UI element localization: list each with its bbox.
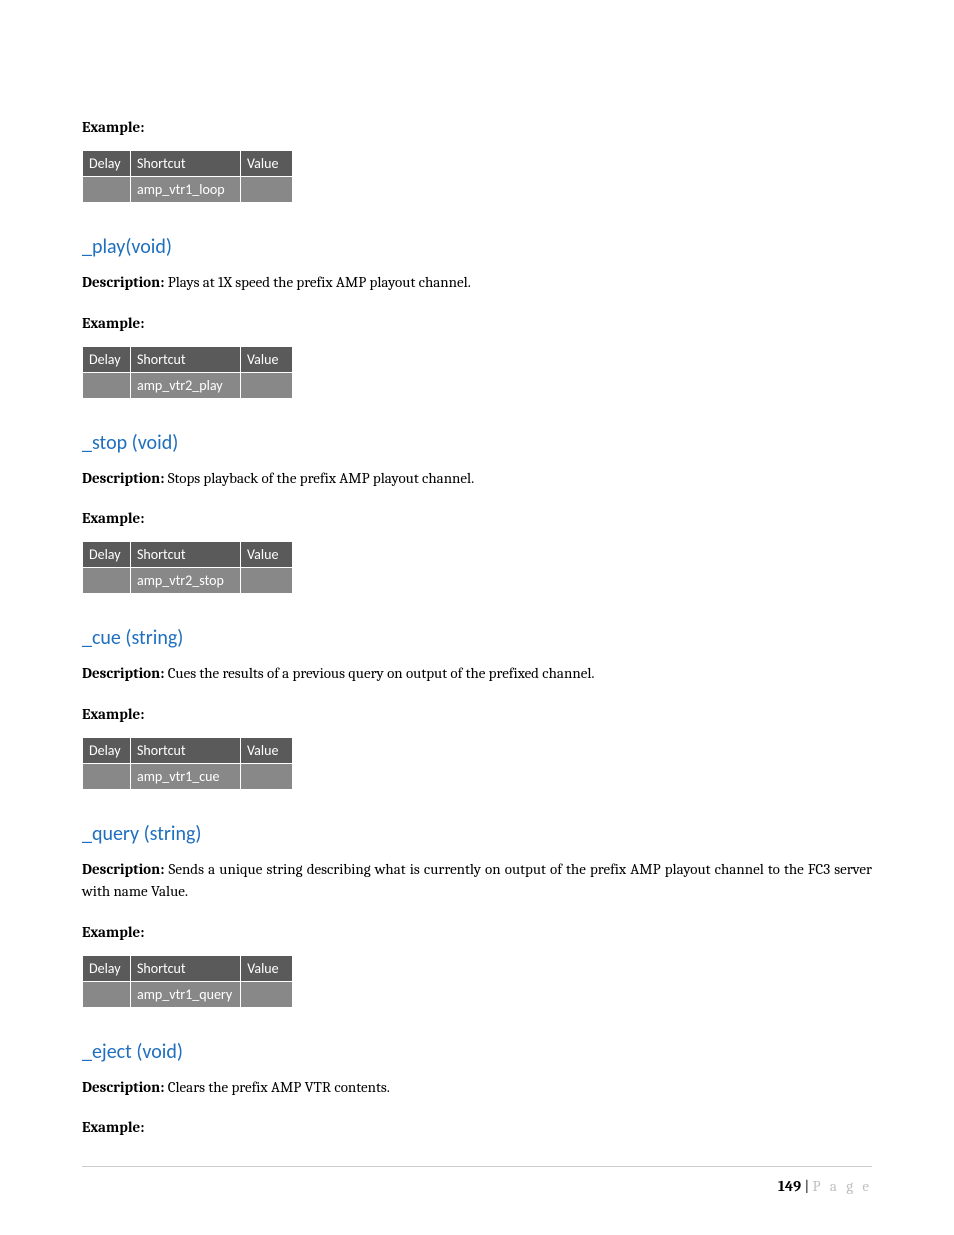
page-content: Example: Delay Shortcut Value amp_vtr1_l… <box>0 0 954 1190</box>
cell-delay <box>83 763 131 789</box>
col-header-delay: Delay <box>83 151 131 177</box>
col-header-shortcut: Shortcut <box>131 955 241 981</box>
table-row: amp_vtr1_loop <box>83 177 293 203</box>
footer-page-word: P a g e <box>813 1177 872 1195</box>
description-query: Description: Sends a unique string descr… <box>82 858 872 903</box>
description-text: Sends a unique string describing what is… <box>82 860 872 901</box>
col-header-delay: Delay <box>83 542 131 568</box>
col-header-shortcut: Shortcut <box>131 346 241 372</box>
table-header-row: Delay Shortcut Value <box>83 737 293 763</box>
table-header-row: Delay Shortcut Value <box>83 151 293 177</box>
col-header-shortcut: Shortcut <box>131 737 241 763</box>
shortcut-table: Delay Shortcut Value amp_vtr1_query <box>82 955 293 1008</box>
description-text: Plays at 1X speed the prefix AMP playout… <box>168 273 471 291</box>
col-header-delay: Delay <box>83 955 131 981</box>
example-label: Example: <box>82 118 872 136</box>
cell-value <box>241 981 293 1007</box>
section-heading-query: _query (string) <box>82 822 872 846</box>
description-eject: Description: Clears the prefix AMP VTR c… <box>82 1076 872 1099</box>
cell-shortcut: amp_vtr2_play <box>131 372 241 398</box>
cell-value <box>241 763 293 789</box>
footer-page-number: 149 <box>778 1177 801 1195</box>
cell-shortcut: amp_vtr1_loop <box>131 177 241 203</box>
cell-value <box>241 177 293 203</box>
example-label: Example: <box>82 923 872 941</box>
table-header-row: Delay Shortcut Value <box>83 542 293 568</box>
description-text: Cues the results of a previous query on … <box>168 664 595 682</box>
description-label: Description: <box>82 273 168 291</box>
table-row: amp_vtr2_play <box>83 372 293 398</box>
section-heading-stop: _stop (void) <box>82 431 872 455</box>
col-header-shortcut: Shortcut <box>131 151 241 177</box>
col-header-value: Value <box>241 737 293 763</box>
col-header-value: Value <box>241 151 293 177</box>
cell-shortcut: amp_vtr2_stop <box>131 568 241 594</box>
table-header-row: Delay Shortcut Value <box>83 955 293 981</box>
cell-value <box>241 568 293 594</box>
table-row: amp_vtr1_cue <box>83 763 293 789</box>
shortcut-table: Delay Shortcut Value amp_vtr2_play <box>82 346 293 399</box>
description-label: Description: <box>82 1078 168 1096</box>
shortcut-table: Delay Shortcut Value amp_vtr1_loop <box>82 150 293 203</box>
col-header-shortcut: Shortcut <box>131 542 241 568</box>
cell-shortcut: amp_vtr1_cue <box>131 763 241 789</box>
table-row: amp_vtr2_stop <box>83 568 293 594</box>
cell-delay <box>83 568 131 594</box>
col-header-value: Value <box>241 542 293 568</box>
description-text: Stops playback of the prefix AMP playout… <box>168 469 475 487</box>
example-label: Example: <box>82 314 872 332</box>
description-label: Description: <box>82 664 168 682</box>
description-label: Description: <box>82 860 169 878</box>
col-header-value: Value <box>241 955 293 981</box>
shortcut-table: Delay Shortcut Value amp_vtr1_cue <box>82 737 293 790</box>
cell-delay <box>83 177 131 203</box>
col-header-delay: Delay <box>83 737 131 763</box>
cell-delay <box>83 372 131 398</box>
cell-delay <box>83 981 131 1007</box>
section-heading-cue: _cue (string) <box>82 626 872 650</box>
example-label: Example: <box>82 705 872 723</box>
section-heading-play: _play(void) <box>82 235 872 259</box>
description-text: Clears the prefix AMP VTR contents. <box>168 1078 390 1096</box>
description-cue: Description: Cues the results of a previ… <box>82 662 872 685</box>
table-row: amp_vtr1_query <box>83 981 293 1007</box>
table-header-row: Delay Shortcut Value <box>83 346 293 372</box>
example-label: Example: <box>82 509 872 527</box>
section-heading-eject: _eject (void) <box>82 1040 872 1064</box>
description-label: Description: <box>82 469 168 487</box>
example-label: Example: <box>82 1118 872 1136</box>
description-stop: Description: Stops playback of the prefi… <box>82 467 872 490</box>
col-header-delay: Delay <box>83 346 131 372</box>
description-play: Description: Plays at 1X speed the prefi… <box>82 271 872 294</box>
shortcut-table: Delay Shortcut Value amp_vtr2_stop <box>82 541 293 594</box>
col-header-value: Value <box>241 346 293 372</box>
page-footer: 149 | P a g e <box>82 1166 872 1195</box>
footer-separator: | <box>801 1177 812 1195</box>
cell-shortcut: amp_vtr1_query <box>131 981 241 1007</box>
cell-value <box>241 372 293 398</box>
